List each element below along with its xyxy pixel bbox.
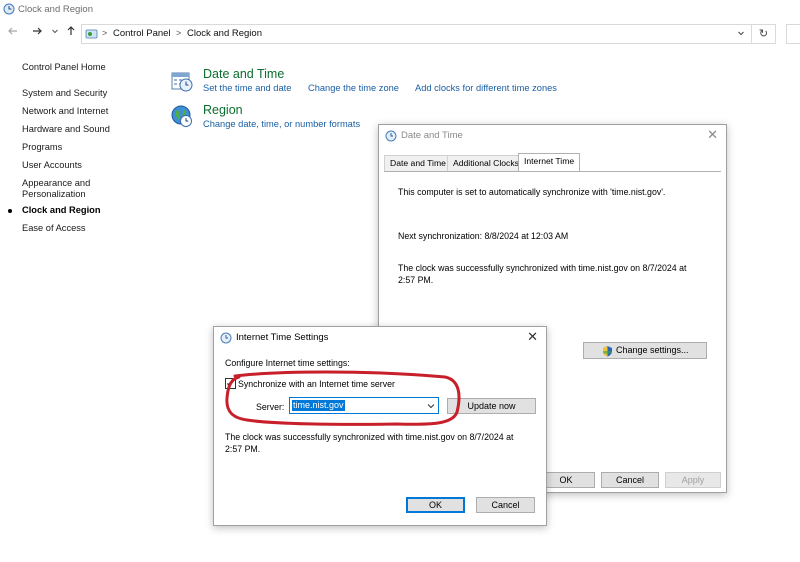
- close-icon[interactable]: ✕: [707, 127, 718, 143]
- configure-heading: Configure Internet time settings:: [225, 358, 350, 368]
- ok-button[interactable]: OK: [406, 497, 465, 513]
- dialog-title: Internet Time Settings: [236, 332, 329, 343]
- server-value[interactable]: time.nist.gov: [292, 400, 345, 411]
- search-input[interactable]: [786, 24, 800, 44]
- control-panel-icon: [85, 29, 98, 39]
- ok-label: OK: [428, 500, 442, 510]
- sync-checkbox-label[interactable]: Synchronize with an Internet time server: [238, 378, 395, 390]
- active-bullet-icon: [8, 209, 12, 213]
- sidebar-item-system-and-security[interactable]: System and Security: [22, 88, 107, 99]
- internet-time-icon: [220, 332, 232, 344]
- clock-region-app-icon: [3, 3, 15, 15]
- sidebar-item-clock-and-region[interactable]: Clock and Region: [8, 205, 101, 216]
- sync-status-text: This computer is set to automatically sy…: [398, 187, 666, 197]
- navigation-bar: > Control Panel > Clock and Region ↻: [0, 22, 800, 46]
- cancel-button[interactable]: Cancel: [476, 497, 535, 513]
- status-text-line1: The clock was successfully synchronized …: [225, 432, 514, 442]
- cancel-button[interactable]: Cancel: [601, 472, 659, 488]
- tab-additional-clocks[interactable]: Additional Clocks: [447, 155, 525, 171]
- set-time-and-date-link[interactable]: Set the time and date: [203, 83, 291, 93]
- breadcrumb-separator: >: [102, 28, 108, 38]
- sidebar-item-programs[interactable]: Programs: [22, 142, 62, 153]
- change-time-zone-link[interactable]: Change the time zone: [308, 83, 399, 93]
- address-dropdown-chevron-icon[interactable]: [737, 28, 745, 40]
- dialog-title: Date and Time: [401, 130, 463, 141]
- sidebar-item-control-panel-home[interactable]: Control Panel Home: [22, 62, 106, 73]
- change-settings-label: Change settings...: [616, 345, 689, 355]
- refresh-button[interactable]: ↻: [752, 24, 776, 44]
- cancel-label: Cancel: [491, 500, 520, 510]
- sidebar-item-user-accounts[interactable]: User Accounts: [22, 160, 82, 171]
- forward-arrow-icon[interactable]: [30, 25, 44, 41]
- date-and-time-icon[interactable]: [170, 68, 194, 92]
- ok-label: OK: [559, 475, 573, 485]
- server-label: Server:: [256, 402, 285, 412]
- sidebar-item-network-and-internet[interactable]: Network and Internet: [22, 106, 108, 117]
- recent-locations-chevron-icon[interactable]: [48, 25, 62, 41]
- update-now-label: Update now: [467, 401, 516, 411]
- date-and-time-title[interactable]: Date and Time: [203, 67, 284, 81]
- change-settings-button[interactable]: Change settings...: [583, 342, 707, 359]
- apply-button[interactable]: Apply: [665, 472, 721, 488]
- tab-internet-time[interactable]: Internet Time: [518, 153, 581, 171]
- sidebar-item-ease-of-access[interactable]: Ease of Access: [22, 223, 86, 234]
- sidebar-item-label: Clock and Region: [22, 205, 101, 215]
- checkmark-icon: [227, 380, 234, 387]
- add-clocks-link[interactable]: Add clocks for different time zones: [415, 83, 557, 93]
- tab-divider: [384, 171, 721, 172]
- refresh-icon: ↻: [758, 28, 769, 40]
- up-arrow-icon[interactable]: [64, 25, 78, 41]
- status-text-line2: 2:57 PM.: [225, 444, 261, 454]
- dialog-titlebar: Internet Time Settings ✕: [214, 327, 546, 349]
- region-globe-icon[interactable]: [170, 104, 194, 128]
- chevron-down-icon[interactable]: [427, 402, 435, 410]
- apply-label: Apply: [681, 475, 705, 485]
- clock-icon: [385, 130, 397, 142]
- sidebar-item-hardware-and-sound[interactable]: Hardware and Sound: [22, 124, 110, 135]
- close-icon[interactable]: ✕: [527, 329, 538, 345]
- last-sync-text-line2: 2:57 PM.: [398, 275, 434, 285]
- last-sync-text-line1: The clock was successfully synchronized …: [398, 263, 687, 273]
- next-sync-text: Next synchronization: 8/8/2024 at 12:03 …: [398, 231, 569, 241]
- sync-checkbox[interactable]: [225, 378, 236, 389]
- breadcrumb-clock-and-region[interactable]: Clock and Region: [187, 28, 262, 39]
- update-now-button[interactable]: Update now: [447, 398, 536, 414]
- window-title: Clock and Region: [18, 4, 93, 15]
- dialog-titlebar: Date and Time ✕: [379, 125, 726, 147]
- tab-date-and-time[interactable]: Date and Time: [384, 155, 452, 171]
- breadcrumb-separator: >: [176, 28, 182, 38]
- address-bar[interactable]: > Control Panel > Clock and Region: [81, 24, 752, 44]
- region-title[interactable]: Region: [203, 103, 243, 117]
- back-arrow-icon[interactable]: [6, 25, 20, 41]
- change-formats-link[interactable]: Change date, time, or number formats: [203, 119, 360, 129]
- window-titlebar: Clock and Region: [0, 0, 800, 20]
- breadcrumb-control-panel[interactable]: Control Panel: [113, 28, 171, 39]
- server-combobox[interactable]: time.nist.gov: [289, 397, 439, 414]
- cancel-label: Cancel: [615, 475, 644, 485]
- internet-time-settings-dialog: Internet Time Settings ✕: [213, 326, 547, 526]
- uac-shield-icon: [603, 346, 612, 357]
- sidebar-item-appearance-and-personalization[interactable]: Appearance and Personalization: [22, 178, 102, 200]
